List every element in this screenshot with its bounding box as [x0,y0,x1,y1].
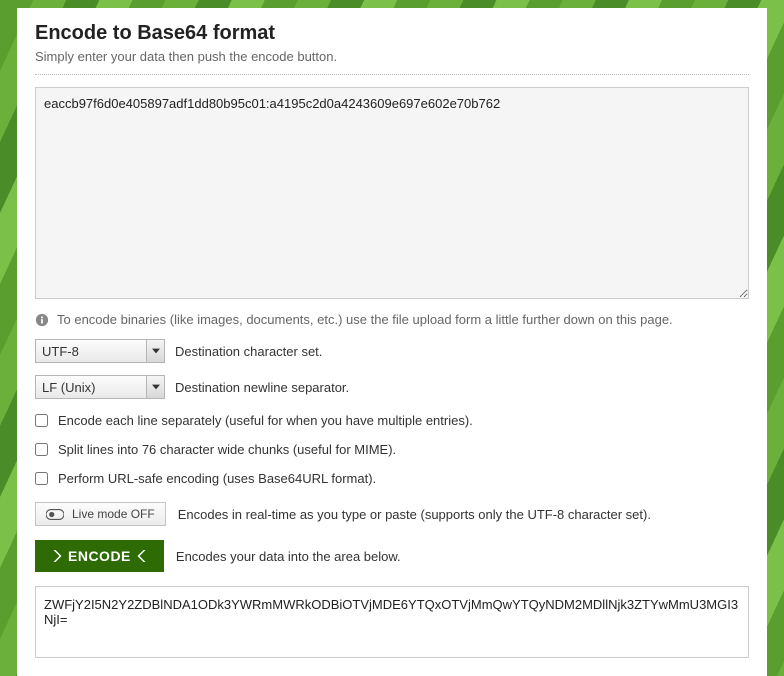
urlsafe-label: Perform URL-safe encoding (uses Base64UR… [58,471,376,486]
eachline-checkbox[interactable] [35,414,48,427]
chevron-left-icon [137,550,146,562]
dropdown-arrow-icon [146,340,164,362]
subtitle: Simply enter your data then push the enc… [35,49,749,64]
urlsafe-checkbox[interactable] [35,472,48,485]
dropdown-arrow-icon [146,376,164,398]
urlsafe-row[interactable]: Perform URL-safe encoding (uses Base64UR… [35,471,749,486]
toggle-icon [46,509,64,520]
output-textarea[interactable]: ZWFjY2I5N2Y2ZDBlNDA1ODk3YWRmMWRkODBiOTVj… [35,586,749,658]
divider [35,74,749,75]
newline-label: Destination newline separator. [175,380,349,395]
charset-select[interactable]: UTF-8 [35,339,165,363]
encode-button-label: ENCODE [68,548,131,564]
binary-hint-text: To encode binaries (like images, documen… [57,312,673,327]
info-icon [35,313,49,327]
eachline-row[interactable]: Encode each line separately (useful for … [35,413,749,428]
live-mode-label: Live mode OFF [72,507,155,521]
binary-hint-row: To encode binaries (like images, documen… [35,312,749,327]
eachline-label: Encode each line separately (useful for … [58,413,473,428]
split76-checkbox[interactable] [35,443,48,456]
live-mode-desc: Encodes in real-time as you type or past… [178,507,651,522]
encode-button[interactable]: ENCODE [35,540,164,572]
encode-panel: Encode to Base64 format Simply enter you… [17,8,767,676]
chevron-right-icon [53,550,62,562]
split76-label: Split lines into 76 character wide chunk… [58,442,396,457]
input-textarea[interactable] [35,87,749,299]
page-title: Encode to Base64 format [35,22,749,45]
newline-selected: LF (Unix) [36,380,146,395]
charset-selected: UTF-8 [36,344,146,359]
charset-label: Destination character set. [175,344,322,359]
split76-row[interactable]: Split lines into 76 character wide chunk… [35,442,749,457]
newline-select[interactable]: LF (Unix) [35,375,165,399]
live-mode-toggle[interactable]: Live mode OFF [35,502,166,526]
encode-desc: Encodes your data into the area below. [176,549,401,564]
